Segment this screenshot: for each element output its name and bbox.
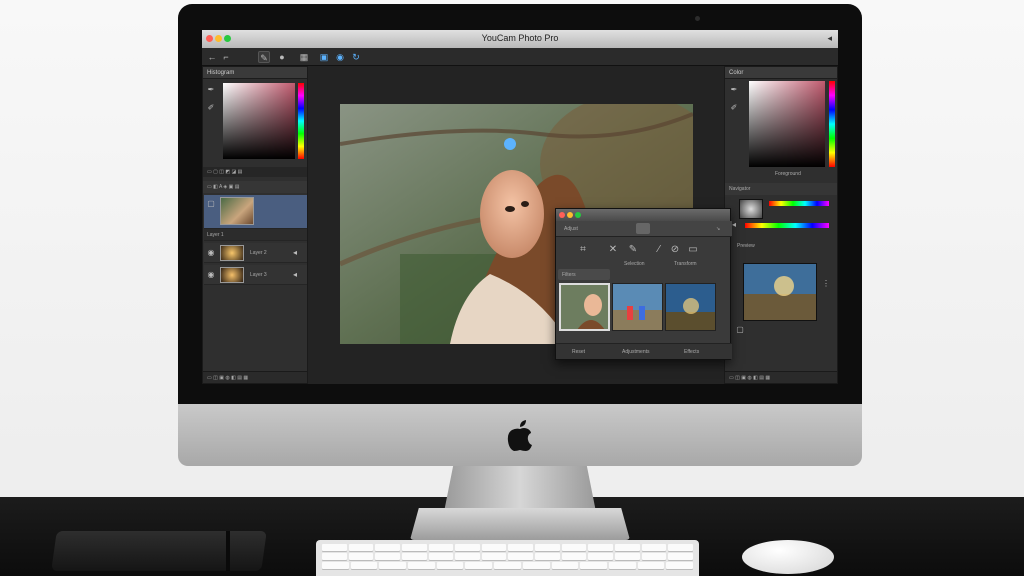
fullscreen-icon[interactable]: ◂	[827, 33, 832, 44]
layers-icon[interactable]: ▭	[688, 245, 698, 255]
dialog-minimize-button[interactable]	[567, 212, 573, 218]
swatch-label: Foreground	[775, 171, 801, 177]
right-panel-footer: ▭ ◫ ▣ ◍ ◧ ▤ ▦	[725, 371, 837, 383]
dialog-footer: Reset Adjustments Effects	[556, 343, 732, 359]
layer-link-icon: ▢	[207, 199, 215, 208]
filters-section-header: Filters	[558, 269, 610, 280]
crop-tool-icon[interactable]: ⌐	[220, 51, 232, 63]
magic-mouse[interactable]	[742, 540, 834, 574]
visibility-eye-icon[interactable]: ◉	[206, 248, 216, 258]
tab-filters-icon[interactable]	[636, 223, 650, 234]
eyedropper-icon[interactable]: ✒	[729, 85, 739, 95]
layer-lock-icon[interactable]: ◂	[290, 270, 300, 280]
filter-dialog: Adjust ↘ ⌗ ✕ ✎ ⁄ ⊘ ▭ Selection Transform…	[555, 208, 732, 360]
layers-toolbar: ▭ ◧ A ◈ ▣ ▤	[203, 181, 307, 193]
webcam	[695, 16, 700, 21]
notebook	[51, 531, 267, 571]
tab-adjust[interactable]: Adjust	[564, 226, 578, 232]
color-spectrum-bar[interactable]	[769, 201, 829, 206]
rotate-tool-icon[interactable]: ↻	[350, 51, 362, 63]
toolbar: ← ⌐ ✎ ● ▦ ▣ ◉ ↻	[202, 48, 838, 66]
layer-label: Layer 2	[250, 250, 267, 256]
monitor-foot	[410, 508, 630, 540]
apple-logo-icon	[507, 420, 532, 451]
selection-label: Selection	[624, 261, 645, 267]
adjustments-button[interactable]: Adjustments	[622, 349, 650, 355]
effects-button[interactable]: Effects	[684, 349, 699, 355]
filter-thumbnail-road[interactable]	[665, 283, 716, 331]
filter-thumbnail-portrait[interactable]	[559, 283, 610, 331]
tool-row-icons[interactable]: ▭ ▢ ◫ ◩ ◪ ▤	[207, 169, 242, 175]
color-panel-header: Color	[725, 67, 837, 79]
dialog-expand-icon[interactable]: ↘	[716, 226, 720, 232]
reset-button[interactable]: Reset	[572, 349, 585, 355]
histogram-panel-header: Histogram	[203, 67, 307, 79]
layer-row[interactable]: ◉ Layer 3 ◂	[204, 265, 307, 285]
left-panel-footer: ▭ ◫ ▣ ◍ ◧ ▤ ▦	[203, 371, 307, 383]
app-title: YouCam Photo Pro	[481, 33, 559, 43]
filter-thumbnail-racing[interactable]	[612, 283, 663, 331]
layer-actions-icons[interactable]: ▭ ◫ ▣ ◍ ◧ ▤ ▦	[207, 375, 248, 381]
layer-group-label: Layer 1	[207, 232, 224, 238]
panel-actions-icons[interactable]: ▭ ◫ ▣ ◍ ◧ ▤ ▦	[729, 375, 770, 381]
brush-tool-icon[interactable]: ✎	[258, 51, 270, 63]
layer-lock-icon[interactable]: ◂	[290, 248, 300, 258]
right-panel: Color ✒ ✐ Foreground Navigator ◂ Preview…	[724, 66, 838, 384]
eye-tool-icon[interactable]: ◉	[334, 51, 346, 63]
app-window: YouCam Photo Pro ◂ ← ⌐ ✎ ● ▦ ▣ ◉ ↻ Histo…	[202, 30, 838, 384]
dialog-zoom-button[interactable]	[575, 212, 581, 218]
back-arrow-icon[interactable]: ←	[206, 51, 218, 63]
eyedropper-icon[interactable]: ✒	[206, 85, 216, 95]
title-bar: YouCam Photo Pro ◂	[202, 30, 838, 48]
scissors-icon[interactable]: ✕	[608, 245, 618, 255]
layer-label: Layer 3	[250, 272, 267, 278]
transform-label: Transform	[674, 261, 697, 267]
keyboard-row-3	[322, 562, 693, 569]
hue-slider[interactable]	[298, 83, 304, 159]
hue-slider[interactable]	[829, 81, 835, 167]
frame-tool-icon[interactable]: ▣	[318, 51, 330, 63]
tool-row-1: ▭ ▢ ◫ ◩ ◪ ▤	[203, 167, 307, 177]
brush-icon[interactable]: ✐	[206, 103, 216, 113]
left-panel: Histogram ✒ ✐ ▭ ▢ ◫ ◩ ◪ ▤ ▭ ◧ A ◈ ▣ ▤ ▢ …	[202, 66, 308, 384]
color-picker-field[interactable]	[749, 81, 825, 167]
crop-icon[interactable]: ⌗	[578, 245, 588, 255]
stamp-icon[interactable]: ✐	[729, 103, 739, 113]
saturation-slider[interactable]	[745, 223, 829, 228]
color-picker-field[interactable]	[223, 83, 295, 159]
layer-thumbnail[interactable]	[220, 267, 244, 283]
grid-tool-icon[interactable]: ▦	[298, 51, 310, 63]
scene: YouCam Photo Pro ◂ ← ⌐ ✎ ● ▦ ▣ ◉ ↻ Histo…	[0, 0, 1024, 576]
dialog-close-button[interactable]	[559, 212, 565, 218]
preview-thumbnail[interactable]	[743, 263, 817, 321]
layer-thumbnail[interactable]	[220, 197, 254, 225]
dodge-tool-icon[interactable]: ●	[276, 51, 288, 63]
dialog-title-bar	[556, 209, 730, 221]
visibility-eye-icon[interactable]: ◉	[206, 270, 216, 280]
brush-icon[interactable]: ✎	[628, 245, 638, 255]
layer-group-row[interactable]: Layer 1	[204, 229, 307, 241]
foreground-swatch[interactable]	[739, 199, 763, 219]
dialog-tab-bar: Adjust ↘	[556, 221, 732, 237]
magic-wand-icon[interactable]: ⁄	[654, 245, 664, 255]
layer-row[interactable]: ◉ Layer 2 ◂	[204, 243, 307, 263]
preview-label: Preview	[737, 243, 755, 249]
navigator-header: Navigator	[725, 183, 837, 195]
keyboard[interactable]	[316, 540, 699, 576]
layer-row-selected[interactable]: ▢	[204, 195, 307, 229]
keyboard-row-1	[322, 544, 693, 551]
levels-icon[interactable]: ⊘	[670, 245, 680, 255]
notebook-strap	[226, 531, 230, 571]
layers-toolbar-icons[interactable]: ▭ ◧ A ◈ ▣ ▤	[207, 184, 239, 190]
monitor-stand	[444, 466, 596, 512]
checkbox-icon[interactable]: ▢	[735, 325, 745, 335]
layer-thumbnail[interactable]	[220, 245, 244, 261]
preview-option-icon[interactable]: ⋮	[821, 279, 831, 289]
keyboard-row-2	[322, 553, 693, 560]
